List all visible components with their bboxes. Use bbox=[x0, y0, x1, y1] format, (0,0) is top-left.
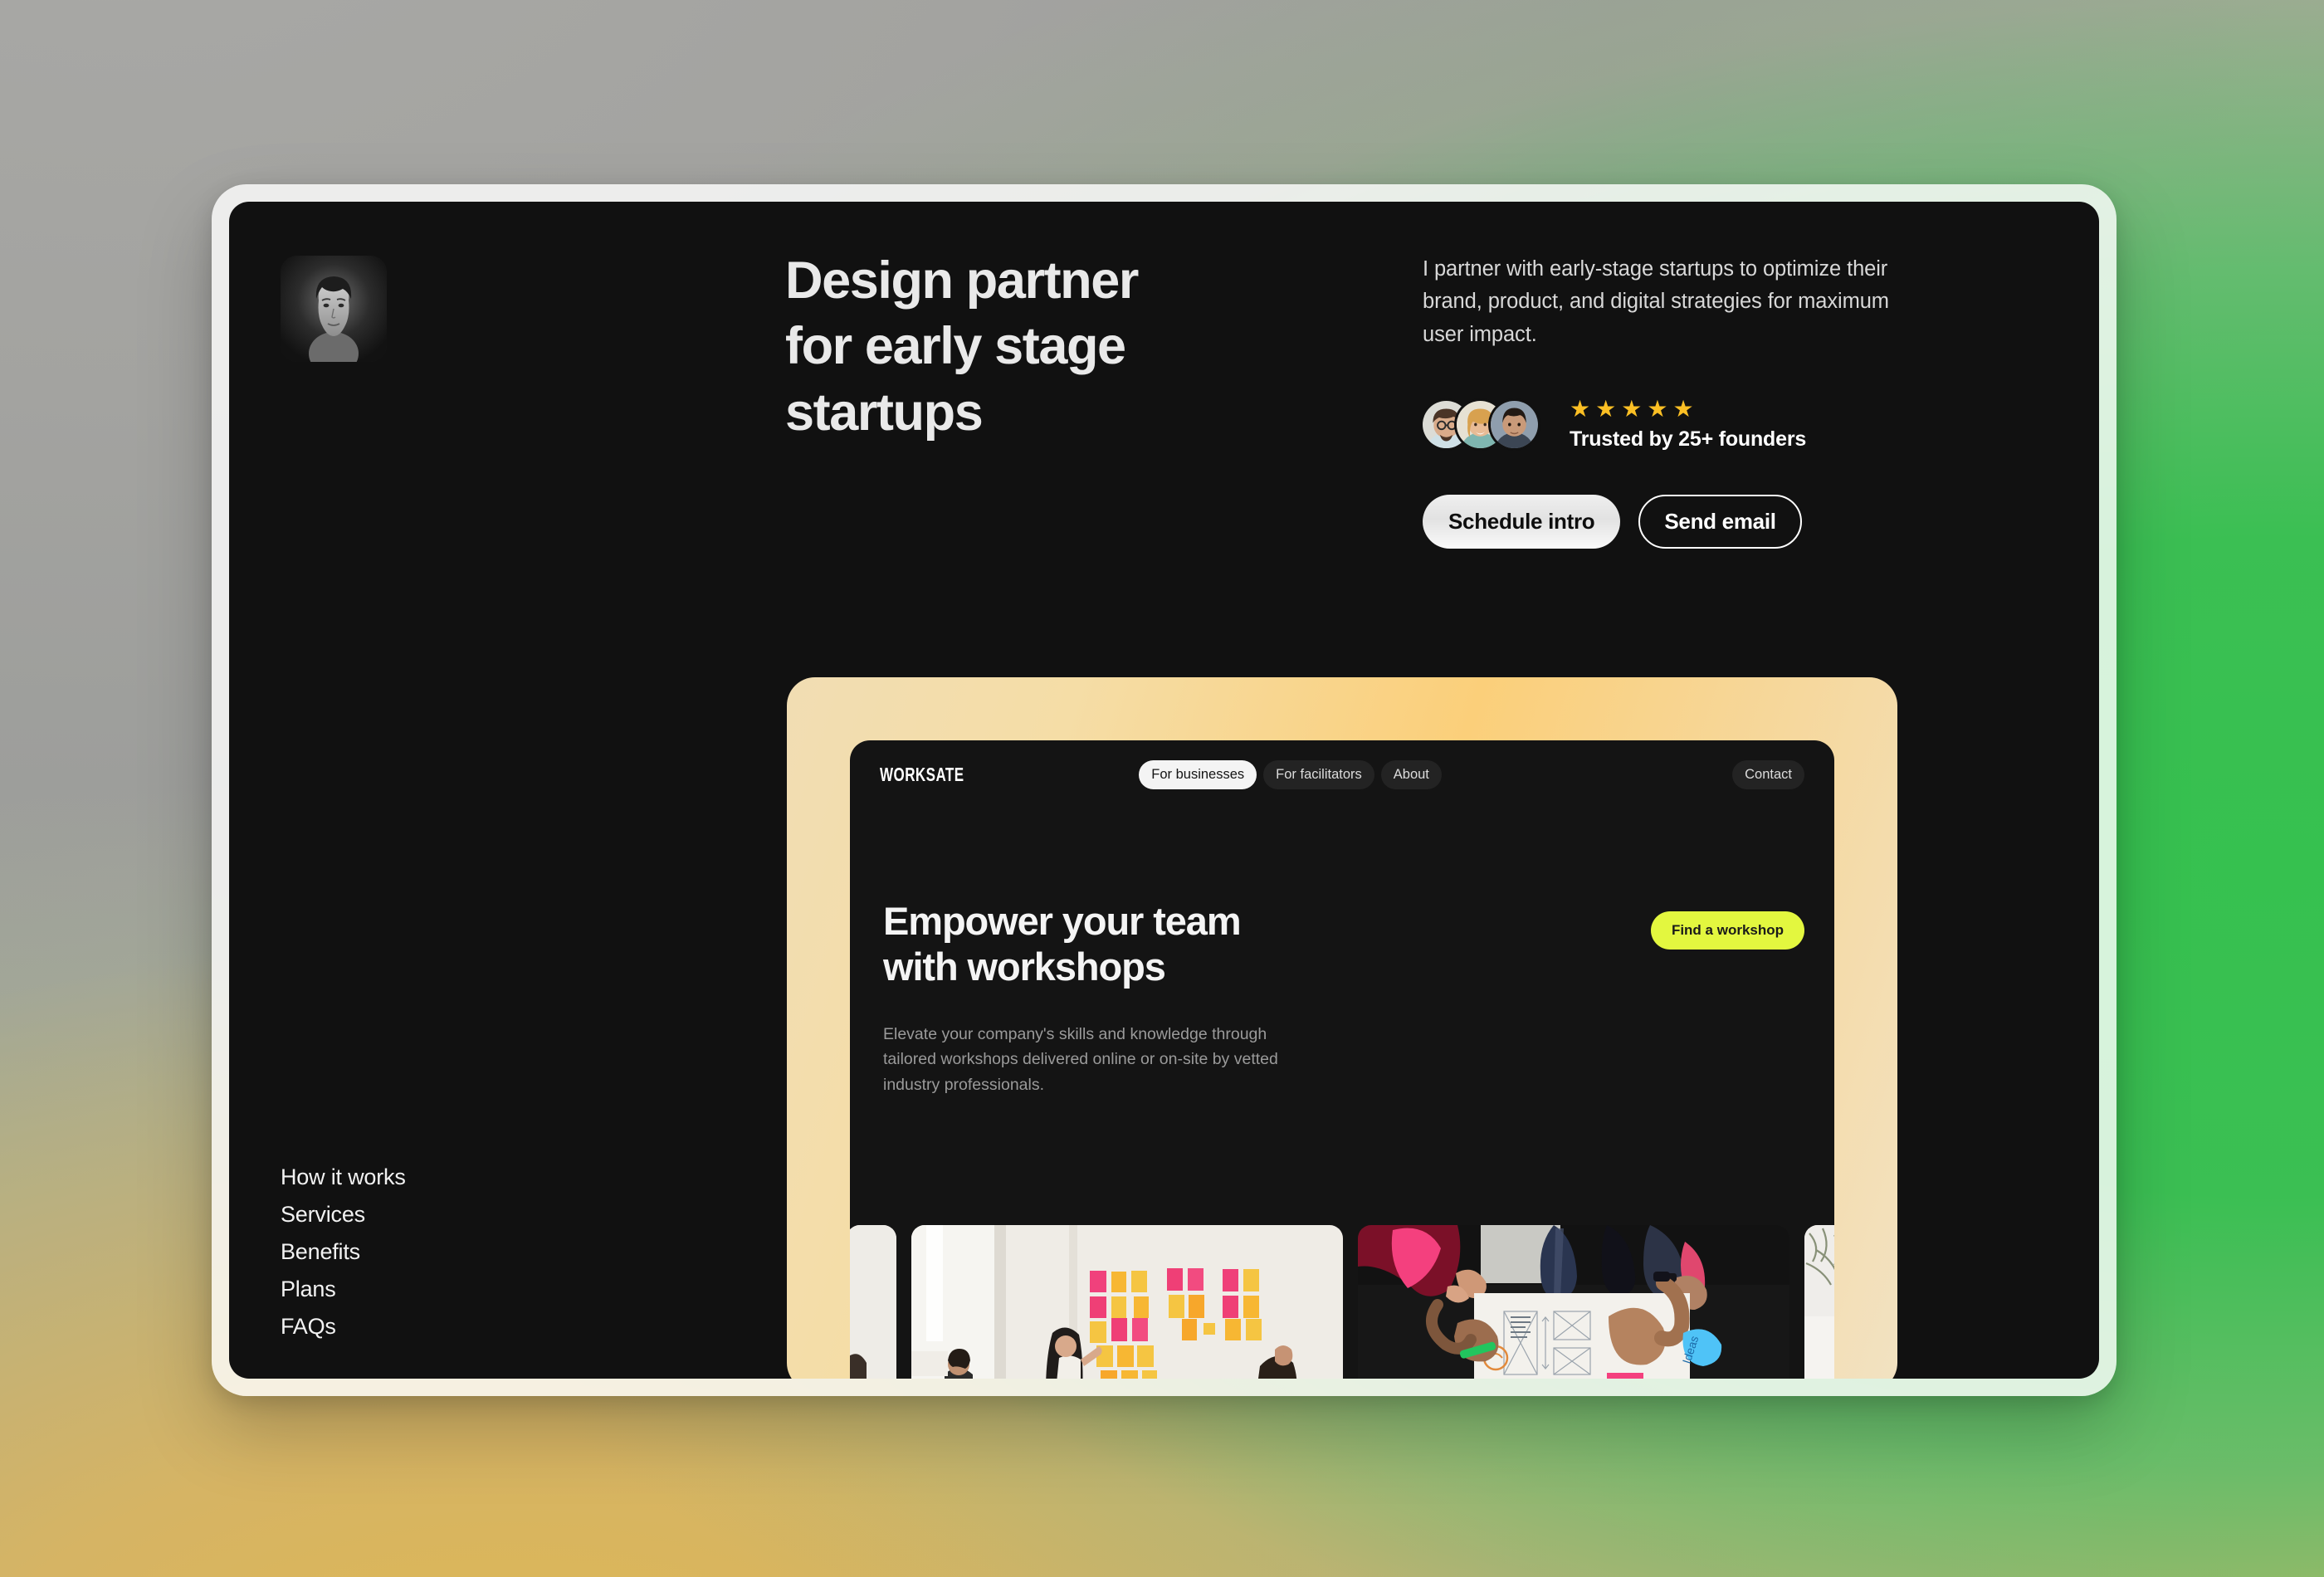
sidebar-item-faqs[interactable]: FAQs bbox=[281, 1308, 629, 1345]
mockup-body-line-1: Elevate your company's skills and knowle… bbox=[883, 1024, 1267, 1043]
mockup-nav-pills: For businesses For facilitators About bbox=[1139, 759, 1442, 789]
mockup-screen: WORKSATE For businesses For facilitators… bbox=[850, 740, 1834, 1379]
schedule-intro-button[interactable]: Schedule intro bbox=[1423, 494, 1621, 549]
hero-cta-row: Schedule intro Send email bbox=[1423, 494, 1921, 549]
founder-avatar-group bbox=[1423, 400, 1538, 448]
nav-pill-for-businesses[interactable]: For businesses bbox=[1139, 759, 1257, 789]
star-icon: ★ bbox=[1595, 395, 1617, 422]
mockup-title: Empower your team with workshops bbox=[883, 898, 1414, 990]
workshop-photo-sticky-notes[interactable] bbox=[911, 1225, 1343, 1379]
mockup-navbar: WORKSATE For businesses For facilitators… bbox=[850, 749, 1834, 800]
trusted-label: Trusted by 25+ founders bbox=[1570, 427, 1807, 451]
mockup-body-line-2: tailored workshops delivered online or o… bbox=[883, 1050, 1278, 1069]
sidebar-item-how-it-works[interactable]: How it works bbox=[281, 1159, 629, 1196]
sidebar-nav: How it works Services Benefits Plans FAQ… bbox=[281, 1159, 629, 1345]
hero-right-column: I partner with early-stage startups to o… bbox=[1423, 253, 1921, 549]
mockup-body-line-3: industry professionals. bbox=[883, 1075, 1045, 1094]
mockup-title-line-1: Empower your team bbox=[883, 899, 1242, 943]
send-email-button[interactable]: Send email bbox=[1638, 494, 1802, 549]
nav-pill-for-facilitators[interactable]: For facilitators bbox=[1263, 759, 1374, 789]
mockup-image-carousel[interactable]: Ideas bbox=[850, 1225, 1834, 1379]
mockup-title-line-2: with workshops bbox=[883, 945, 1166, 989]
headline-line-2: for early stage bbox=[785, 317, 1126, 376]
workshop-photo-partial-left[interactable] bbox=[850, 1225, 896, 1379]
star-rating: ★ ★ ★ ★ ★ bbox=[1570, 395, 1806, 422]
nav-pill-about[interactable]: About bbox=[1380, 759, 1442, 789]
headline-line-1: Design partner bbox=[785, 251, 1139, 310]
mockup-hero-text: Empower your team with workshops Elevate… bbox=[883, 898, 1414, 1097]
mockup-body-text: Elevate your company's skills and knowle… bbox=[883, 1022, 1394, 1097]
headline-line-3: startups bbox=[785, 383, 984, 442]
nav-pill-contact[interactable]: Contact bbox=[1732, 759, 1804, 789]
workshop-photo-partial-right[interactable] bbox=[1804, 1225, 1834, 1379]
hero-description: I partner with early-stage startups to o… bbox=[1423, 257, 1889, 346]
find-a-workshop-button[interactable]: Find a workshop bbox=[1650, 911, 1804, 950]
page-title: Design partner for early stage startups bbox=[785, 248, 1267, 446]
sidebar-item-plans[interactable]: Plans bbox=[281, 1271, 629, 1308]
device-screen: Design partner for early stage startups … bbox=[229, 202, 2099, 1379]
star-icon: ★ bbox=[1621, 395, 1643, 422]
star-icon: ★ bbox=[1647, 395, 1668, 422]
avatar bbox=[1491, 400, 1538, 448]
mockup-hero: Empower your team with workshops Elevate… bbox=[850, 800, 1834, 1097]
worksate-logo: WORKSATE bbox=[880, 763, 964, 785]
star-icon: ★ bbox=[1672, 395, 1694, 422]
mockup-frame: WORKSATE For businesses For facilitators… bbox=[787, 677, 1897, 1379]
profile-portrait bbox=[281, 256, 387, 362]
sidebar-item-benefits[interactable]: Benefits bbox=[281, 1233, 629, 1271]
device-card: Design partner for early stage startups … bbox=[212, 184, 2116, 1396]
workshop-photo-blueprint-table[interactable]: Ideas bbox=[1358, 1225, 1789, 1379]
star-icon: ★ bbox=[1570, 395, 1591, 422]
social-proof: ★ ★ ★ ★ ★ Trusted by 25+ founders bbox=[1423, 395, 1921, 452]
sidebar-item-services[interactable]: Services bbox=[281, 1196, 629, 1233]
rating-block: ★ ★ ★ ★ ★ Trusted by 25+ founders bbox=[1570, 395, 1807, 452]
